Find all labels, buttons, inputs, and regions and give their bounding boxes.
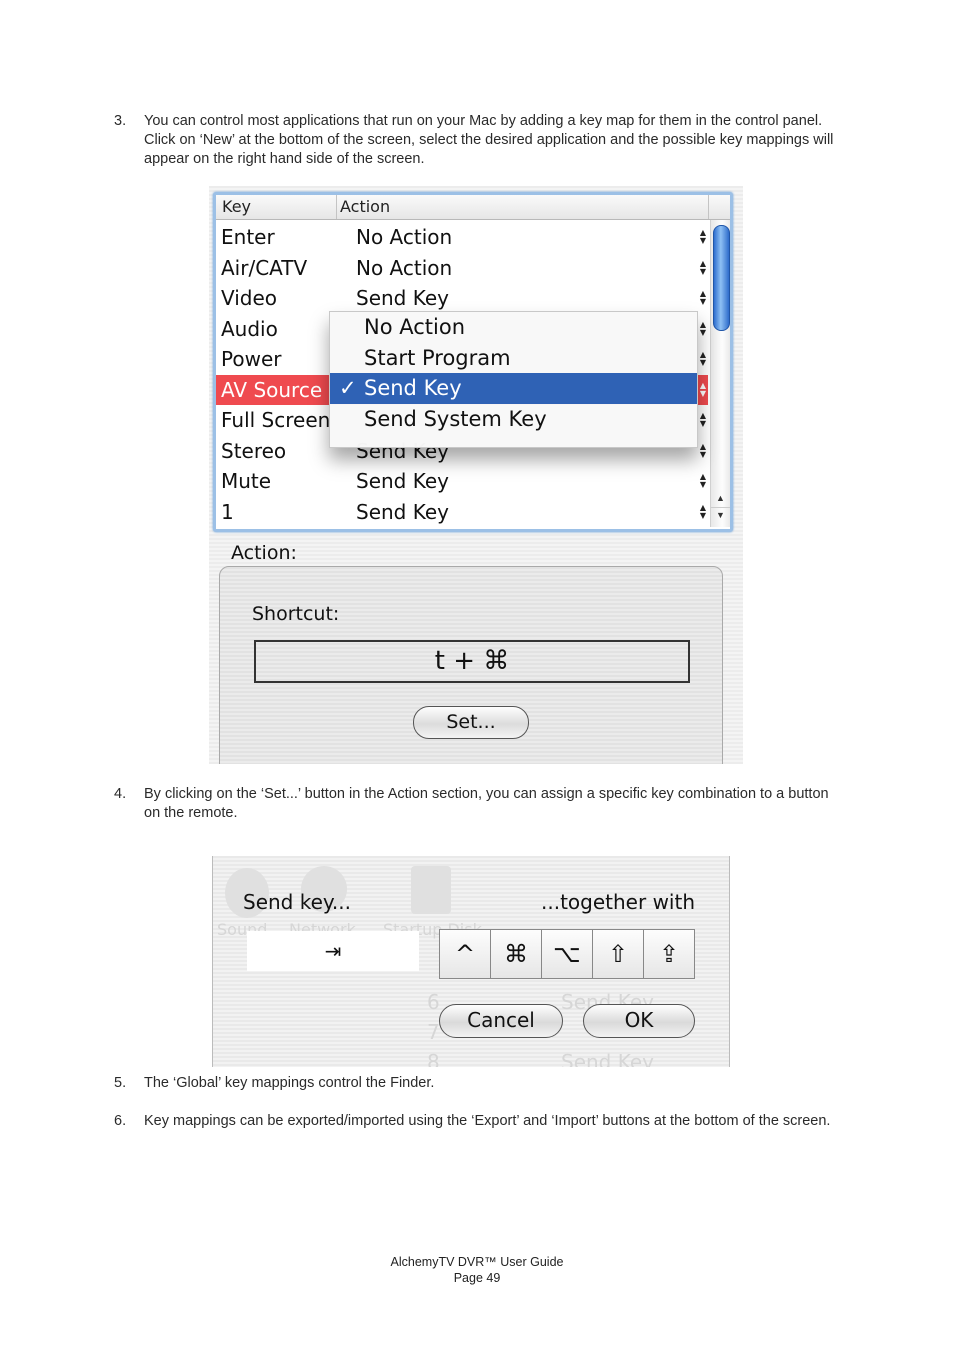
table-header: Key Action — [216, 195, 730, 220]
column-divider — [336, 195, 337, 219]
ghost-row-key: 7 — [427, 1020, 440, 1044]
step-number: 3. — [114, 113, 127, 129]
ghost-row-key: 8 — [427, 1050, 440, 1067]
row-key: Video — [221, 286, 278, 310]
menu-item-label: No Action — [364, 315, 466, 339]
send-key-label: Send key... — [243, 890, 351, 914]
step-text: The ‘Global’ key mappings control the Fi… — [144, 1075, 435, 1091]
scroll-up-arrow-icon[interactable]: ▲ — [711, 491, 730, 505]
row-key: Full Screen — [221, 408, 331, 432]
row-action[interactable]: No Action — [356, 222, 452, 252]
control-modifier-icon[interactable]: ^ — [440, 930, 491, 978]
cancel-button[interactable]: Cancel — [439, 1004, 563, 1038]
column-divider — [708, 195, 709, 219]
modifier-key-group: ^ ⌘ ⌥ ⇧ ⇪ — [439, 929, 695, 979]
row-key: Audio — [221, 316, 278, 341]
send-key-dialog-screenshot: Sound Network Startup Disk 6 Send Key 7 … — [212, 856, 730, 1067]
menu-item-label: Send System Key — [364, 406, 547, 431]
footer-title: AlchemyTV DVR™ User Guide — [390, 1255, 564, 1269]
row-key: Stereo — [221, 438, 287, 463]
popup-stepper-icon[interactable]: ▲ ▼ — [698, 229, 708, 247]
popup-stepper-icon[interactable]: ▲ ▼ — [698, 351, 708, 369]
menu-item-label: Send Key — [364, 376, 462, 400]
action-groupbox: Shortcut: t + ⌘ Set... — [219, 566, 723, 764]
menu-item[interactable]: Start Program — [330, 343, 697, 374]
row-key: Enter — [221, 225, 275, 249]
table-row[interactable]: Mute Send Key ▲ ▼ — [216, 466, 708, 497]
popup-stepper-icon[interactable]: ▲ ▼ — [698, 259, 708, 278]
menu-item[interactable]: Send System Key — [330, 404, 697, 435]
step-3: 3. You can control most applications tha… — [114, 112, 844, 169]
table-row[interactable]: Enter No Action ▲ ▼ — [216, 222, 708, 253]
together-with-label: ...together with — [541, 890, 695, 914]
row-key: Mute — [221, 469, 272, 493]
popup-stepper-icon[interactable]: ▲ ▼ — [698, 381, 708, 400]
footer-page-number: Page 49 — [453, 1271, 501, 1285]
row-action[interactable]: Send Key — [356, 283, 449, 313]
step-text: You can control most applications that r… — [144, 113, 834, 167]
column-header-action[interactable]: Action — [340, 197, 390, 216]
ok-button[interactable]: OK — [583, 1004, 695, 1038]
row-key: Power — [221, 347, 282, 371]
column-header-key[interactable]: Key — [222, 197, 251, 216]
shift-modifier-icon[interactable]: ⇧ — [593, 930, 644, 978]
caps-lock-modifier-icon[interactable]: ⇪ — [644, 930, 694, 978]
step-text: By clicking on the ‘Set...’ button in th… — [144, 786, 829, 821]
key-input-field[interactable]: ⇥ — [247, 931, 419, 971]
row-action[interactable]: Send Key — [356, 497, 449, 527]
shortcut-label: Shortcut: — [252, 603, 340, 625]
keymap-table: Key Action Enter No Action ▲ ▼ Air/CATV No Ac… — [213, 192, 733, 532]
menu-item[interactable]: No Action — [330, 312, 697, 343]
table-row[interactable]: 1 Send Key ▲ ▼ — [216, 497, 708, 528]
keymap-screenshot: Key Action Enter No Action ▲ ▼ Air/CATV No Ac… — [209, 186, 743, 764]
popup-stepper-icon[interactable]: ▲ ▼ — [698, 442, 708, 461]
popup-stepper-icon[interactable]: ▲ ▼ — [698, 320, 708, 339]
popup-stepper-icon[interactable]: ▲ ▼ — [698, 290, 708, 308]
command-modifier-icon[interactable]: ⌘ — [491, 930, 542, 978]
option-modifier-icon[interactable]: ⌥ — [542, 930, 593, 978]
menu-item[interactable]: ✓ Send Key — [330, 373, 697, 404]
row-key: 1 — [221, 499, 234, 524]
scroll-down-arrow-icon[interactable]: ▼ — [711, 507, 730, 522]
step-4: 4. By clicking on the ‘Set...’ button in… — [114, 785, 844, 823]
step-6: 6. Key mappings can be exported/imported… — [114, 1112, 844, 1131]
popup-stepper-icon[interactable]: ▲ ▼ — [698, 503, 708, 522]
ghost-row-action: Send Key — [561, 1050, 654, 1067]
step-number: 5. — [114, 1075, 127, 1091]
step-number: 6. — [114, 1113, 127, 1129]
popup-stepper-icon[interactable]: ▲ ▼ — [698, 473, 708, 491]
step-5: 5. The ‘Global’ key mappings control the… — [114, 1074, 844, 1093]
row-key: AV Source — [221, 377, 323, 402]
ghost-row-key: 6 — [427, 990, 440, 1014]
action-section-title: Action: — [231, 542, 297, 564]
popup-stepper-icon[interactable]: ▲ ▼ — [698, 412, 708, 430]
step-number: 4. — [114, 786, 127, 802]
vertical-scrollbar[interactable]: ▲ ▼ — [710, 220, 730, 527]
checkmark-icon: ✓ — [339, 376, 357, 400]
row-action[interactable]: Send Key — [356, 466, 449, 496]
action-popup-menu: No Action Start Program ✓ Send Key Send Syst… — [329, 311, 698, 448]
row-action[interactable]: No Action — [356, 253, 452, 283]
shortcut-field[interactable]: t + ⌘ — [254, 640, 690, 683]
table-row[interactable]: Air/CATV No Action ▲ ▼ — [216, 253, 708, 284]
table-row[interactable]: Video Send Key ▲ ▼ — [216, 283, 708, 314]
scroll-thumb[interactable] — [713, 225, 730, 331]
row-key: Air/CATV — [221, 255, 308, 280]
menu-item-label: Start Program — [364, 345, 511, 370]
set-button[interactable]: Set... — [413, 706, 529, 739]
ghost-startup-disk-icon — [411, 866, 451, 914]
step-text: Key mappings can be exported/imported us… — [144, 1113, 831, 1129]
